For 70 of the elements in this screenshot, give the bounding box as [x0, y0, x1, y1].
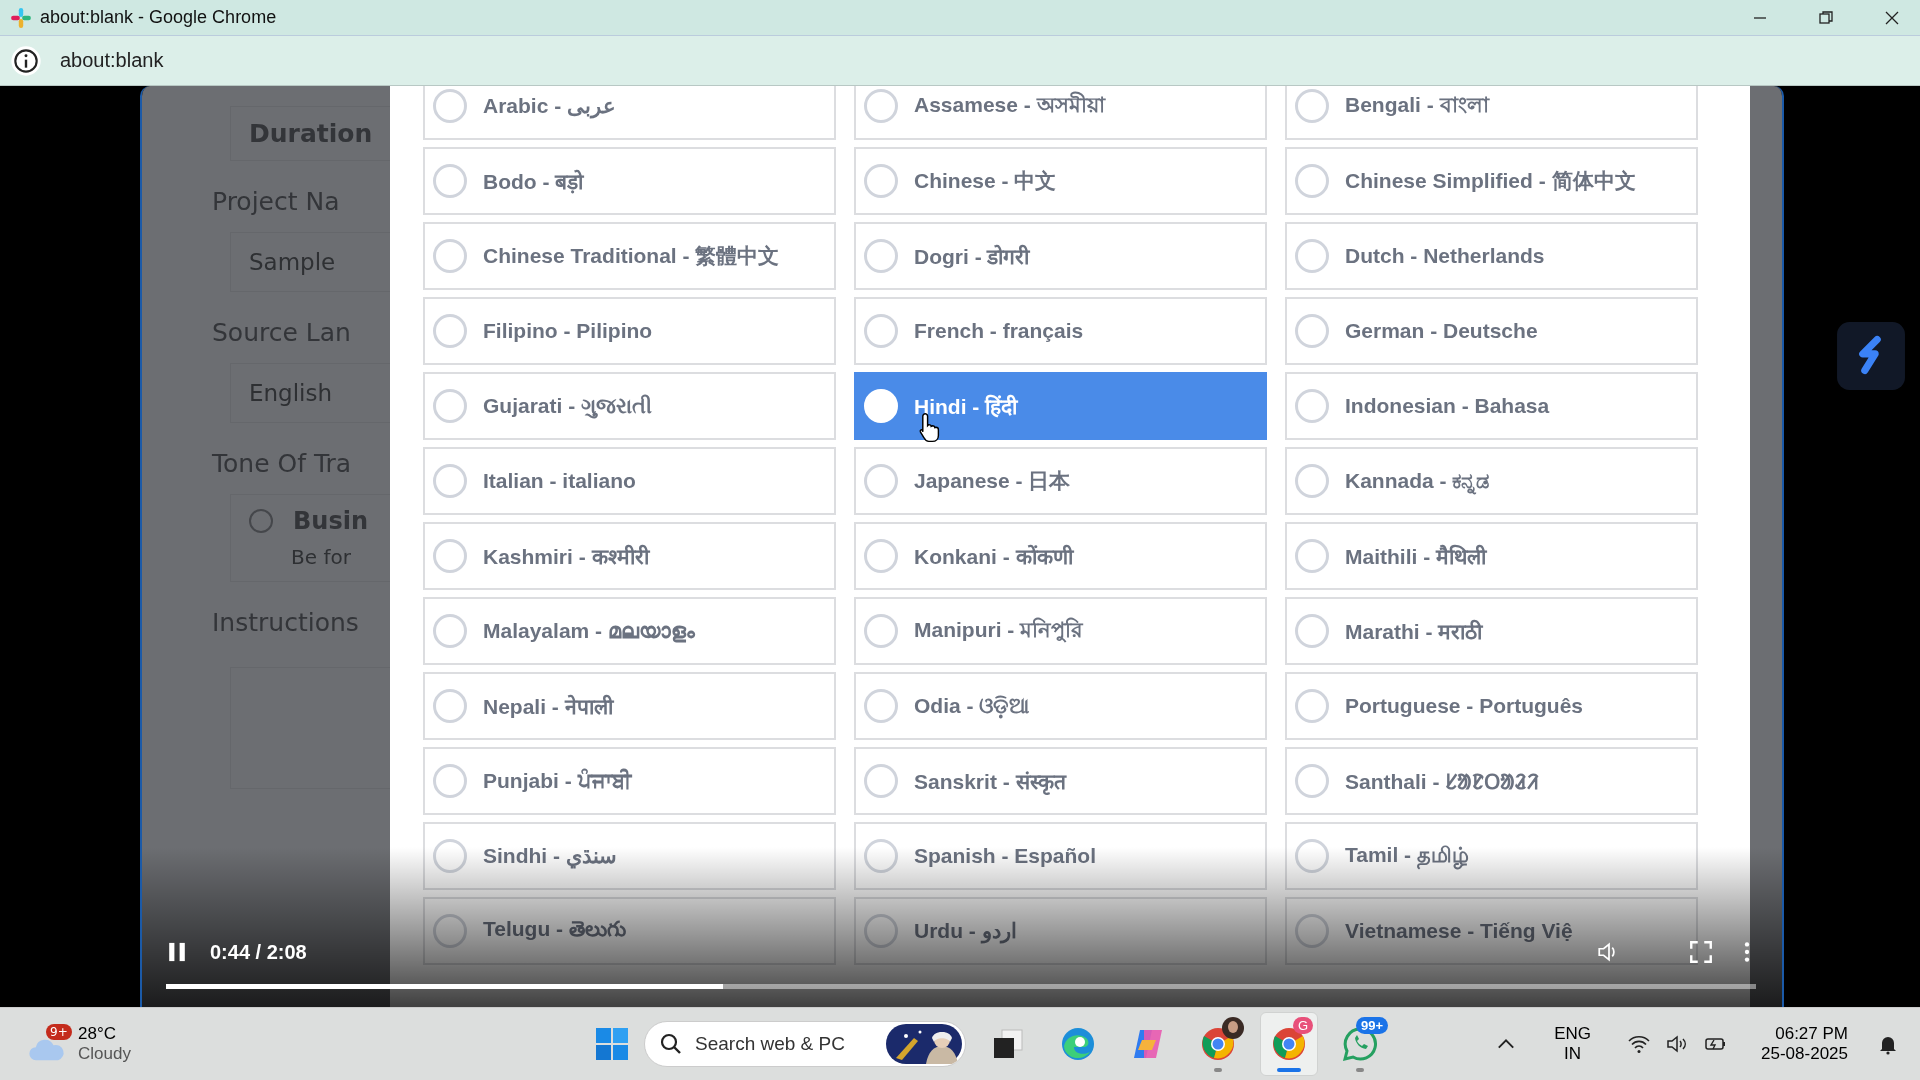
taskbar-app[interactable]: G [1260, 1012, 1318, 1076]
language-option[interactable]: Bodo - बड़ो [423, 147, 836, 215]
language-option[interactable]: Kannada - ಕನ್ನಡ [1285, 447, 1698, 515]
close-icon[interactable] [1884, 9, 1900, 26]
search-input[interactable]: Search web & PC [693, 1032, 877, 1056]
language-option[interactable]: Kashmiri - कश्मीरी [423, 522, 836, 590]
language-option[interactable]: Bengali - বাংলা [1285, 86, 1698, 140]
taskbar-app[interactable]: 99+ [1332, 1013, 1388, 1075]
temperature-text: 28°C [78, 1024, 117, 1044]
language-option[interactable]: Maithili - मैथिली [1285, 522, 1698, 590]
app-logo-icon [10, 6, 32, 29]
language-option[interactable]: German - Deutsche [1285, 297, 1698, 365]
language-option[interactable]: Chinese - 中文 [854, 147, 1267, 215]
language-option[interactable]: Portuguese - Português [1285, 672, 1698, 740]
form-label: Tone Of Tra [212, 449, 353, 478]
chrome-icon [1200, 1026, 1236, 1062]
language-option[interactable]: Nepali - नेपाली [423, 672, 836, 740]
language-option[interactable]: Chinese Simplified - 简体中文 [1285, 147, 1698, 215]
language-option[interactable]: Urdu - اردو [854, 897, 1267, 965]
language-option[interactable]: Dogri - डोगरी [854, 222, 1267, 290]
window-title: about:blank - Google Chrome [40, 7, 277, 28]
floating-app-icon[interactable] [1836, 321, 1906, 391]
language-option[interactable]: Indonesian - Bahasa [1285, 372, 1698, 440]
language-option[interactable]: Manipuri - মনিপুরি [854, 597, 1267, 665]
option-title: Busin [293, 507, 368, 535]
weather-condition: Cloudy [78, 1044, 131, 1064]
language-option[interactable]: Telugu - తెలుగు [423, 897, 836, 965]
language-option[interactable]: Tamil - தமிழ் [1285, 822, 1698, 890]
search-icon [659, 1032, 683, 1056]
radio-icon [249, 509, 273, 533]
language-option[interactable]: Italian - italiano [423, 447, 836, 515]
language-option[interactable]: French - français [854, 297, 1267, 365]
language-option[interactable]: Chinese Traditional - 繁體中文 [423, 222, 836, 290]
form-label: Instructions [212, 608, 360, 637]
start-icon[interactable] [594, 1026, 630, 1062]
info-icon[interactable] [10, 44, 42, 77]
language-option[interactable]: Dutch - Netherlands [1285, 222, 1698, 290]
language-option[interactable]: Arabic - عربى [423, 86, 836, 140]
app-badge: G [1292, 1017, 1313, 1034]
clock-time[interactable]: 06:27 PM [1775, 1024, 1848, 1044]
browser-swirl-icon [1060, 1026, 1096, 1062]
form-label: Project Na [212, 187, 341, 216]
language-option[interactable]: Assamese - অসমীয়া [854, 86, 1267, 140]
restore-icon[interactable] [1818, 9, 1834, 26]
input-language[interactable]: ENG [1554, 1024, 1592, 1044]
language-option[interactable]: Sindhi - سنڌي [423, 822, 836, 890]
input-region[interactable]: IN [1564, 1044, 1582, 1064]
language-option[interactable]: Japanese - 日本 [854, 447, 1267, 515]
language-option[interactable]: Spanish - Español [854, 822, 1267, 890]
language-option[interactable]: Odia - ଓଡ଼ିଆ [854, 672, 1267, 740]
app-badge: 99+ [1355, 1017, 1388, 1034]
language-option[interactable]: Filipino - Pilipino [423, 297, 836, 365]
search-field[interactable]: Search web & PC [644, 1021, 966, 1067]
language-option[interactable]: Vietnamese - Tiếng Việ [1285, 897, 1698, 965]
playback-time: 0:44 / 2:08 [210, 940, 307, 964]
language-option[interactable]: Hindi - हिंदी [854, 372, 1267, 440]
language-option[interactable]: Malayalam - മലയാളം [423, 597, 836, 665]
option-description: Be for [291, 545, 352, 569]
language-option[interactable]: Gujarati - ગુજરાતી [423, 372, 836, 440]
fullscreen-icon[interactable] [1688, 939, 1714, 965]
language-option[interactable]: Konkani - कोंकणी [854, 522, 1267, 590]
language-option[interactable]: Punjabi - ਪੰਜਾਬੀ [423, 747, 836, 815]
language-option[interactable]: Santhali - ᱥᱟᱱᱛᱟᱲᱤ [1285, 747, 1698, 815]
language-option[interactable]: Marathi - मराठी [1285, 597, 1698, 665]
progress-bar[interactable] [166, 984, 1756, 989]
language-option[interactable]: Sanskrit - संस्कृत [854, 747, 1267, 815]
address-text[interactable]: about:blank [60, 49, 164, 72]
clock-date[interactable]: 25-08-2025 [1761, 1044, 1848, 1064]
notification-badge: 9+ [46, 1024, 72, 1040]
form-label: Source Lan [212, 318, 352, 347]
